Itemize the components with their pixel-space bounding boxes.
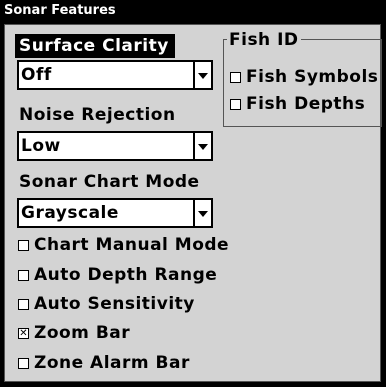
surface-clarity-select[interactable]: Off: [17, 60, 213, 90]
fish-symbols-label: Fish Symbols: [246, 67, 379, 87]
zone-alarm-bar-checkbox[interactable]: Zone Alarm Bar: [18, 353, 190, 373]
auto-sensitivity-checkbox[interactable]: Auto Sensitivity: [18, 294, 195, 314]
window-title: Sonar Features: [0, 0, 386, 24]
surface-clarity-value: Off: [21, 65, 52, 85]
settings-panel: Surface Clarity Off Noise Rejection Low …: [4, 24, 382, 382]
sonar-features-window: Sonar Features Surface Clarity Off Noise…: [0, 0, 386, 387]
checkbox-icon[interactable]: [230, 98, 241, 110]
fish-symbols-checkbox[interactable]: Fish Symbols: [230, 67, 378, 87]
fish-depths-label: Fish Depths: [246, 94, 366, 114]
chevron-down-icon[interactable]: [193, 62, 211, 88]
fish-id-title: Fish ID: [227, 30, 301, 50]
surface-clarity-label: Surface Clarity: [15, 34, 175, 58]
checkbox-icon[interactable]: [18, 239, 29, 251]
sonar-chart-mode-value: Grayscale: [21, 203, 119, 223]
checkbox-icon[interactable]: [18, 357, 29, 369]
checkbox-checked-icon[interactable]: [18, 327, 29, 339]
zoom-bar-label: Zoom Bar: [34, 323, 131, 343]
sonar-chart-mode-label: Sonar Chart Mode: [19, 172, 200, 192]
auto-depth-range-label: Auto Depth Range: [34, 265, 218, 285]
fish-depths-checkbox[interactable]: Fish Depths: [230, 94, 365, 114]
zoom-bar-checkbox[interactable]: Zoom Bar: [18, 323, 130, 343]
auto-sensitivity-label: Auto Sensitivity: [34, 294, 195, 314]
noise-rejection-select[interactable]: Low: [17, 131, 213, 161]
chevron-down-icon[interactable]: [193, 133, 211, 159]
noise-rejection-label: Noise Rejection: [19, 105, 176, 125]
noise-rejection-value: Low: [21, 136, 61, 156]
chart-manual-mode-label: Chart Manual Mode: [34, 235, 230, 255]
chart-manual-mode-checkbox[interactable]: Chart Manual Mode: [18, 235, 229, 255]
checkbox-icon[interactable]: [18, 269, 29, 281]
sonar-chart-mode-select[interactable]: Grayscale: [17, 198, 213, 228]
auto-depth-range-checkbox[interactable]: Auto Depth Range: [18, 265, 217, 285]
checkbox-icon[interactable]: [18, 298, 29, 310]
chevron-down-icon[interactable]: [193, 200, 211, 226]
zone-alarm-bar-label: Zone Alarm Bar: [34, 353, 190, 373]
checkbox-icon[interactable]: [230, 71, 241, 83]
